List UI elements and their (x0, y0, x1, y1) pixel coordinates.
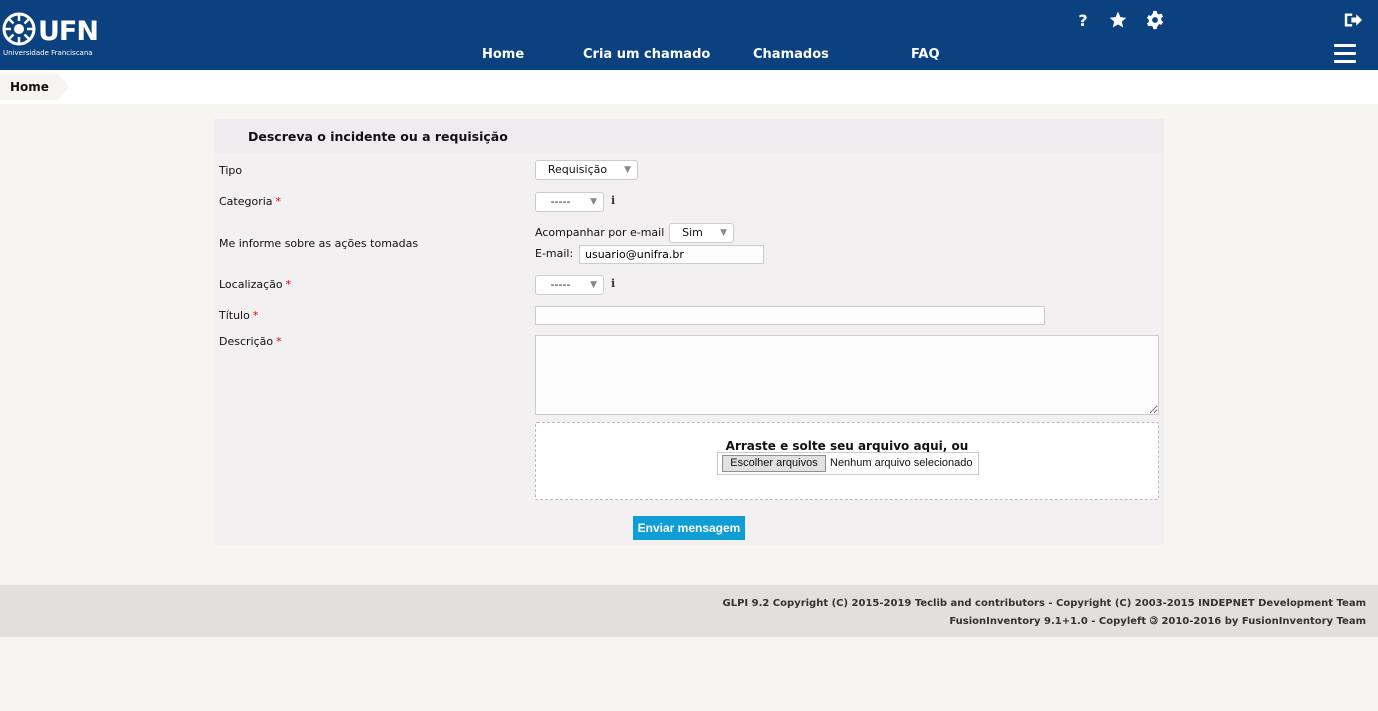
footer-copyright-fusion[interactable]: FusionInventory 9.1+1.0 - Copyleft 🄯 201… (949, 612, 1366, 627)
nav-home[interactable]: Home (482, 47, 524, 62)
breadcrumb: Home (0, 70, 1378, 104)
required-asterisk: * (252, 309, 259, 322)
submit-button[interactable]: Enviar mensagem (633, 516, 745, 540)
help-icon[interactable]: ? (1072, 9, 1094, 31)
follow-email-label: Acompanhar por e-mail (535, 226, 664, 239)
email-label: E-mail: (535, 247, 573, 260)
ufn-logo-emblem-icon (2, 12, 36, 46)
description-label: Descrição * (219, 335, 282, 348)
location-select-value: ----- (550, 278, 571, 291)
ufn-logo[interactable]: UFN Universidade Franciscana (2, 10, 112, 60)
footer-copyright-glpi[interactable]: GLPI 9.2 Copyright (C) 2015-2019 Teclib … (723, 598, 1367, 609)
logout-icon[interactable] (1342, 9, 1364, 31)
nav-tickets[interactable]: Chamados (753, 47, 829, 62)
choose-files-button[interactable]: Escolher arquivos (722, 455, 826, 472)
required-asterisk: * (276, 335, 282, 348)
description-label-text: Descrição (219, 335, 274, 348)
chevron-down-icon: ▼ (590, 197, 597, 207)
chevron-down-icon: ▼ (624, 165, 631, 175)
app-header: UFN Universidade Franciscana ? Home Cria… (0, 0, 1378, 70)
chevron-down-icon: ▼ (720, 228, 727, 238)
title-label-text: Título (219, 309, 250, 322)
category-label: Categoria * (219, 195, 281, 208)
form-title: Descreva o incidente ou a requisição (248, 129, 508, 144)
star-icon[interactable] (1107, 9, 1129, 31)
breadcrumb-home[interactable]: Home (0, 74, 69, 100)
type-select[interactable]: Requisição ▼ (535, 160, 638, 180)
dropzone-text: Arraste e solte seu arquivo aqui, ou (725, 439, 969, 453)
category-info-icon[interactable]: i (611, 194, 615, 207)
title-label: Título * (219, 309, 258, 322)
file-input[interactable]: Escolher arquivos Nenhum arquivo selecio… (717, 452, 979, 475)
burger-line (1334, 52, 1356, 55)
notify-label: Me informe sobre as ações tomadas (219, 237, 418, 250)
chevron-down-icon: ▼ (590, 280, 597, 290)
hamburger-menu-icon[interactable] (1334, 44, 1356, 64)
preferences-gear-icon (1146, 10, 1164, 30)
burger-line (1334, 60, 1356, 63)
email-label-text: E-mail: (535, 247, 574, 260)
location-info-icon[interactable]: i (611, 277, 615, 290)
description-textarea[interactable] (535, 335, 1159, 415)
gear-icon[interactable] (1144, 9, 1166, 31)
logo-subtitle: Universidade Franciscana (3, 49, 93, 57)
ticket-form: Descreva o incidente ou a requisição Tip… (214, 119, 1164, 545)
required-asterisk: * (275, 195, 282, 208)
notify-label-text: Me informe sobre as ações tomadas (219, 237, 419, 250)
follow-email-select[interactable]: Sim ▼ (669, 223, 734, 243)
category-select-value: ----- (550, 195, 571, 208)
burger-line (1334, 44, 1356, 47)
footer: GLPI 9.2 Copyright (C) 2015-2019 Teclib … (0, 585, 1378, 637)
follow-email-select-value: Sim (682, 226, 703, 239)
email-input[interactable] (579, 245, 764, 264)
nav-create-ticket[interactable]: Cria um chamado (583, 47, 710, 62)
type-select-value: Requisição (547, 163, 608, 176)
follow-email-label-text: Acompanhar por e-mail (535, 226, 665, 239)
nav-faq[interactable]: FAQ (911, 47, 940, 62)
location-label: Localização * (219, 278, 291, 291)
title-input[interactable] (535, 306, 1045, 325)
category-select[interactable]: ----- ▼ (535, 192, 604, 212)
type-label: Tipo (219, 164, 242, 177)
location-select[interactable]: ----- ▼ (535, 275, 604, 295)
file-dropzone[interactable]: Arraste e solte seu arquivo aqui, ou Esc… (535, 422, 1159, 500)
required-asterisk: * (285, 278, 292, 291)
location-label-text: Localização (219, 278, 283, 291)
logo-text: UFN (38, 16, 99, 47)
category-label-text: Categoria (219, 195, 273, 208)
file-status-text: Nenhum arquivo selecionado (830, 457, 973, 469)
form-header: Descreva o incidente ou a requisição (214, 119, 1164, 153)
logout-arrow-icon (1344, 13, 1362, 27)
favorites-star-icon (1109, 11, 1127, 28)
type-label-text: Tipo (219, 164, 243, 177)
